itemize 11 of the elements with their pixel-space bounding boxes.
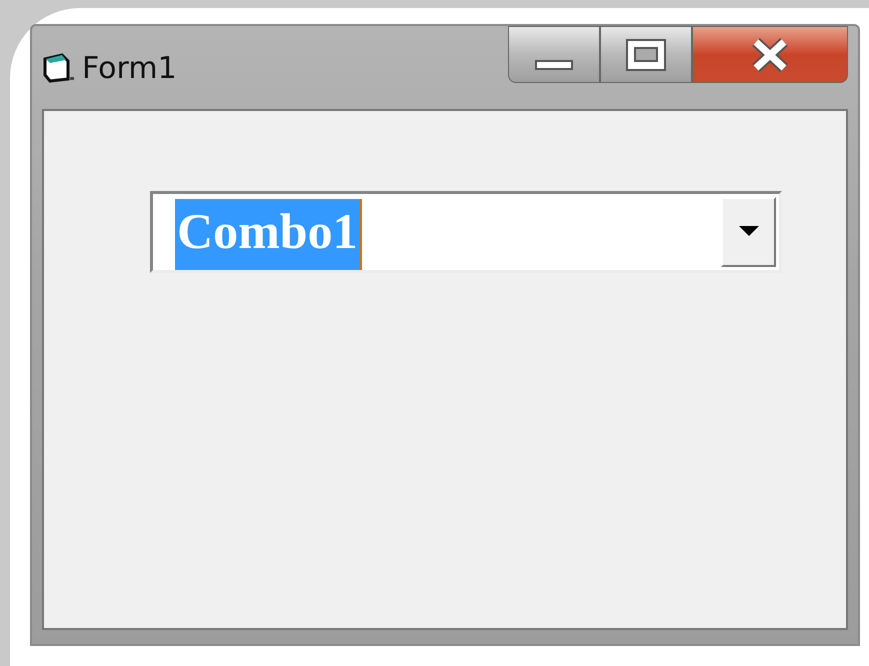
minimize-icon	[535, 60, 573, 70]
window-icon	[42, 53, 76, 83]
close-button[interactable]	[692, 26, 848, 83]
caret-icon	[738, 226, 758, 238]
close-icon	[750, 38, 790, 72]
dropdown-button[interactable]	[721, 197, 776, 267]
window-title: Form1	[82, 50, 177, 88]
maximize-button[interactable]	[600, 26, 692, 83]
minimize-button[interactable]	[508, 26, 600, 83]
maximize-icon	[624, 36, 668, 72]
combo-box[interactable]: Combo1	[150, 191, 782, 273]
